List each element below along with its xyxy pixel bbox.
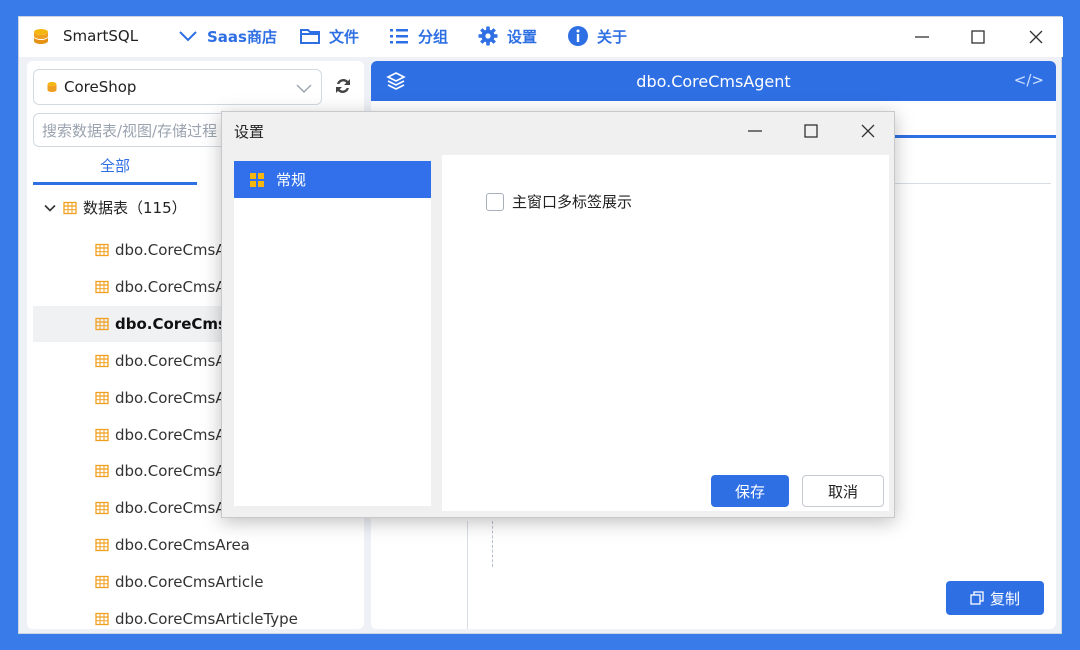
close-button[interactable] — [1019, 23, 1053, 51]
table-icon — [95, 280, 109, 294]
table-icon — [95, 391, 109, 404]
close-icon — [861, 124, 875, 138]
refresh-icon — [336, 79, 350, 93]
refresh-button[interactable] — [330, 73, 356, 99]
dialog-maximize-button[interactable] — [794, 116, 828, 146]
multi-tab-label: 主窗口多标签展示 — [512, 193, 633, 211]
database-select[interactable]: CoreShop — [33, 69, 322, 105]
table-icon — [95, 502, 109, 515]
settings-content: 主窗口多标签展示 保存 取消 — [442, 155, 889, 511]
menu-group-label: 分组 — [418, 27, 449, 46]
table-icon — [95, 354, 109, 367]
code-view-toggle[interactable]: </> — [1014, 71, 1044, 89]
grid-icon — [250, 172, 264, 187]
info-icon — [568, 26, 588, 46]
copy-button-label: 复制 — [989, 589, 1020, 608]
folder-icon — [300, 29, 320, 44]
divider — [467, 521, 468, 629]
app-logo-icon — [34, 29, 48, 44]
tree-table-label: dbo.CoreCmsA — [115, 425, 226, 444]
table-icon — [95, 575, 109, 589]
object-tab-header[interactable]: dbo.CoreCmsAgent </> — [371, 61, 1056, 101]
maximize-icon — [804, 124, 818, 138]
close-icon — [1029, 30, 1043, 44]
maximize-button[interactable] — [961, 23, 995, 51]
menu-about[interactable]: 关于 — [567, 25, 627, 47]
table-icon — [95, 465, 109, 478]
multi-tab-option[interactable]: 主窗口多标签展示 — [486, 191, 632, 212]
settings-nav-general[interactable]: 常规 — [234, 161, 431, 198]
tree-table-label: dbo.CoreCmsArticle — [115, 573, 264, 592]
minimize-icon — [915, 36, 929, 38]
settings-dialog: 设置 常规 主窗口多标签展示 保存 取消 — [221, 111, 895, 518]
tree-table-label: dbo.CoreCmsA — [115, 314, 239, 333]
tree-table-item[interactable]: dbo.CoreCmsArticleType — [33, 601, 364, 629]
cancel-button[interactable]: 取消 — [802, 475, 884, 507]
tree-root-tables[interactable]: 数据表（115） — [43, 197, 187, 218]
menu-saas-store-label: Saas商店 — [207, 27, 277, 46]
menu-about-label: 关于 — [597, 27, 628, 46]
gear-icon — [478, 26, 498, 46]
dialog-close-button[interactable] — [851, 116, 885, 146]
object-tab-title: dbo.CoreCmsAgent — [636, 71, 791, 91]
menu-settings-label: 设置 — [507, 27, 538, 46]
table-icon — [95, 317, 109, 330]
save-button[interactable]: 保存 — [711, 475, 789, 507]
menu-settings[interactable]: 设置 — [477, 25, 537, 47]
tree-table-label: dbo.CoreCmsA — [115, 277, 226, 296]
chevron-down-icon — [179, 31, 197, 42]
title-bar: SmartSQL Saas商店 文件 分组 设置 关于 — [19, 17, 1063, 57]
tree-table-label: dbo.CoreCmsA — [115, 388, 226, 407]
chevron-down-icon — [296, 84, 312, 93]
copy-icon — [970, 591, 984, 605]
table-icon — [95, 612, 109, 626]
database-icon — [47, 82, 57, 92]
tree-table-label: dbo.CoreCmsA — [115, 462, 226, 481]
menu-file-label: 文件 — [329, 27, 360, 46]
tree-table-label: dbo.CoreCmsArea — [115, 536, 250, 555]
layers-icon — [386, 72, 406, 90]
menu-file[interactable]: 文件 — [299, 25, 359, 47]
minimize-icon — [748, 130, 762, 132]
active-subtab-indicator — [891, 135, 1056, 138]
maximize-icon — [971, 30, 985, 44]
copy-button[interactable]: 复制 — [946, 581, 1044, 615]
tree-table-item[interactable]: dbo.CoreCmsArea — [33, 527, 364, 563]
tree-table-label: dbo.CoreCmsA — [115, 351, 226, 370]
database-select-value: CoreShop — [64, 78, 137, 96]
table-icon — [95, 539, 109, 552]
tree-table-label: dbo.CoreCmsA — [115, 241, 226, 259]
minimize-button[interactable] — [905, 23, 939, 51]
app-title: SmartSQL — [63, 27, 139, 45]
tree-table-item[interactable]: dbo.CoreCmsArticle — [33, 564, 364, 600]
settings-nav: 常规 — [234, 161, 431, 506]
menu-saas-store[interactable]: Saas商店 — [177, 25, 277, 47]
table-icon — [95, 243, 109, 257]
dialog-title: 设置 — [234, 123, 265, 141]
chevron-down-icon — [44, 204, 56, 212]
tree-table-label: dbo.CoreCmsA — [115, 499, 226, 518]
tree-root-label: 数据表（115） — [83, 199, 187, 217]
table-icon — [63, 201, 77, 214]
multi-tab-checkbox[interactable] — [486, 192, 504, 211]
tab-all[interactable]: 全部 — [33, 153, 197, 185]
list-icon — [390, 29, 408, 44]
guide-line — [492, 521, 493, 567]
table-icon — [95, 428, 109, 441]
menu-group[interactable]: 分组 — [388, 25, 448, 47]
settings-nav-general-label: 常规 — [276, 171, 307, 189]
divider — [871, 183, 1051, 184]
tree-table-label: dbo.CoreCmsArticleType — [115, 610, 298, 628]
dialog-minimize-button[interactable] — [738, 116, 772, 146]
